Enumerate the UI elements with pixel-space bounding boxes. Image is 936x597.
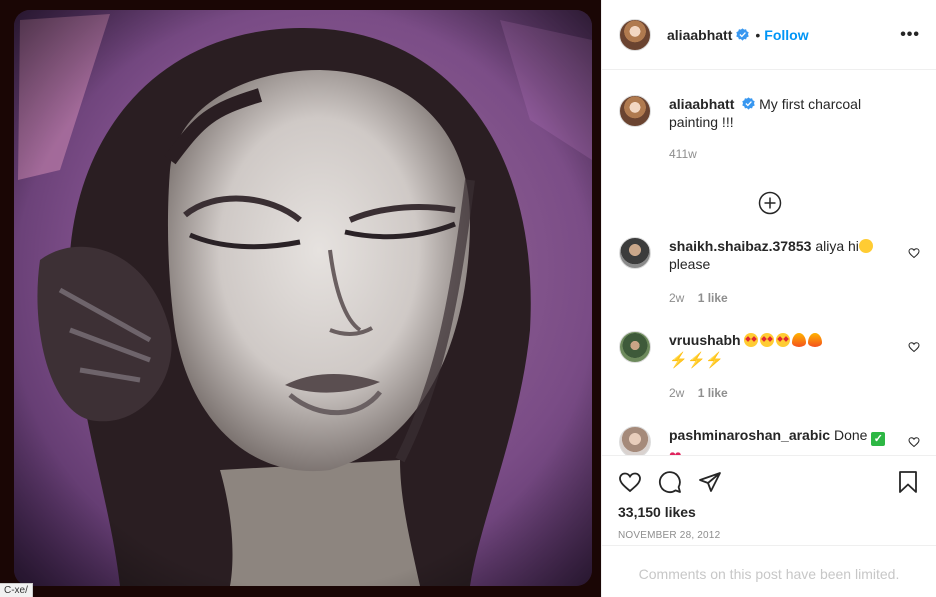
author-avatar[interactable] — [619, 18, 651, 51]
fire-emoji — [792, 333, 807, 347]
star-struck-emoji — [744, 333, 759, 347]
commenter-avatar[interactable] — [619, 426, 651, 456]
follow-button[interactable]: Follow — [764, 27, 808, 43]
caption: aliaabhatt My first charcoal painting !!… — [619, 95, 920, 163]
post-image[interactable]: C-xe/ — [0, 0, 601, 597]
comment-like-heart-icon[interactable] — [908, 247, 920, 259]
star-struck-emoji — [760, 333, 775, 347]
action-bar — [618, 456, 920, 506]
status-url: C-xe/ — [0, 583, 33, 597]
plus-circle-icon[interactable] — [758, 191, 782, 215]
comment-username[interactable]: vruushabh — [669, 332, 741, 348]
star-struck-emoji — [776, 333, 791, 347]
lightning-emoji: ⚡ — [705, 352, 724, 369]
post-date[interactable]: NOVEMBER 28, 2012 — [618, 530, 920, 541]
comments-list[interactable]: aliaabhatt My first charcoal painting !!… — [602, 71, 936, 456]
comment-item: shaikh.shaibaz.37853 aliya hi please 2w … — [619, 237, 920, 307]
comments-limited-notice: Comments on this post have been limited. — [602, 545, 936, 597]
comment-likes[interactable]: 1 like — [698, 386, 728, 400]
comment-age[interactable]: 2w — [669, 291, 684, 305]
heart-icon[interactable] — [618, 470, 642, 494]
lightning-emoji: ⚡ — [687, 352, 706, 369]
verified-badge-icon — [742, 97, 755, 110]
check-mark-emoji: ✓ — [871, 432, 886, 446]
comment-username[interactable]: shaikh.shaibaz.37853 — [669, 238, 811, 254]
comment-text: Done — [833, 427, 868, 443]
comment-username[interactable]: pashminaroshan_arabic — [669, 427, 830, 443]
caption-avatar[interactable] — [619, 95, 651, 127]
comment-icon[interactable] — [658, 470, 682, 494]
separator-dot: • — [755, 26, 761, 43]
verified-badge-icon — [736, 28, 750, 41]
comment-text-line2: please — [669, 256, 711, 272]
comment-likes[interactable]: 1 like — [698, 291, 728, 305]
like-count[interactable]: 33,150 likes — [618, 504, 920, 520]
author-username[interactable]: aliaabhatt — [667, 27, 732, 43]
commenter-avatar[interactable] — [619, 331, 651, 363]
share-icon[interactable] — [698, 470, 722, 494]
comment-text: aliya hi — [815, 238, 859, 254]
comment-item: vruushabh ⚡⚡⚡ 2w 1 like — [619, 331, 920, 402]
bookmark-icon[interactable] — [896, 470, 920, 494]
commenter-avatar[interactable] — [619, 237, 651, 269]
fire-emoji — [808, 333, 823, 347]
disappointed-face-emoji — [858, 239, 873, 253]
post-panel: aliaabhatt • Follow ••• aliaabhatt My fi… — [601, 0, 936, 597]
charcoal-painting-image — [0, 0, 601, 597]
comment-age[interactable]: 2w — [669, 386, 684, 400]
post-actions-area: 33,150 likes NOVEMBER 28, 2012 — [602, 455, 936, 541]
comment-like-heart-icon[interactable] — [908, 436, 920, 448]
more-options-icon[interactable]: ••• — [900, 26, 920, 44]
lightning-emoji: ⚡ — [669, 352, 688, 369]
comment-like-heart-icon[interactable] — [908, 341, 920, 353]
post-header: aliaabhatt • Follow ••• — [602, 0, 936, 70]
comment-item: pashminaroshan_arabic Done ✓ ❤ — [619, 426, 920, 456]
caption-age[interactable]: 411w — [669, 147, 697, 161]
caption-username[interactable]: aliaabhatt — [669, 96, 734, 112]
